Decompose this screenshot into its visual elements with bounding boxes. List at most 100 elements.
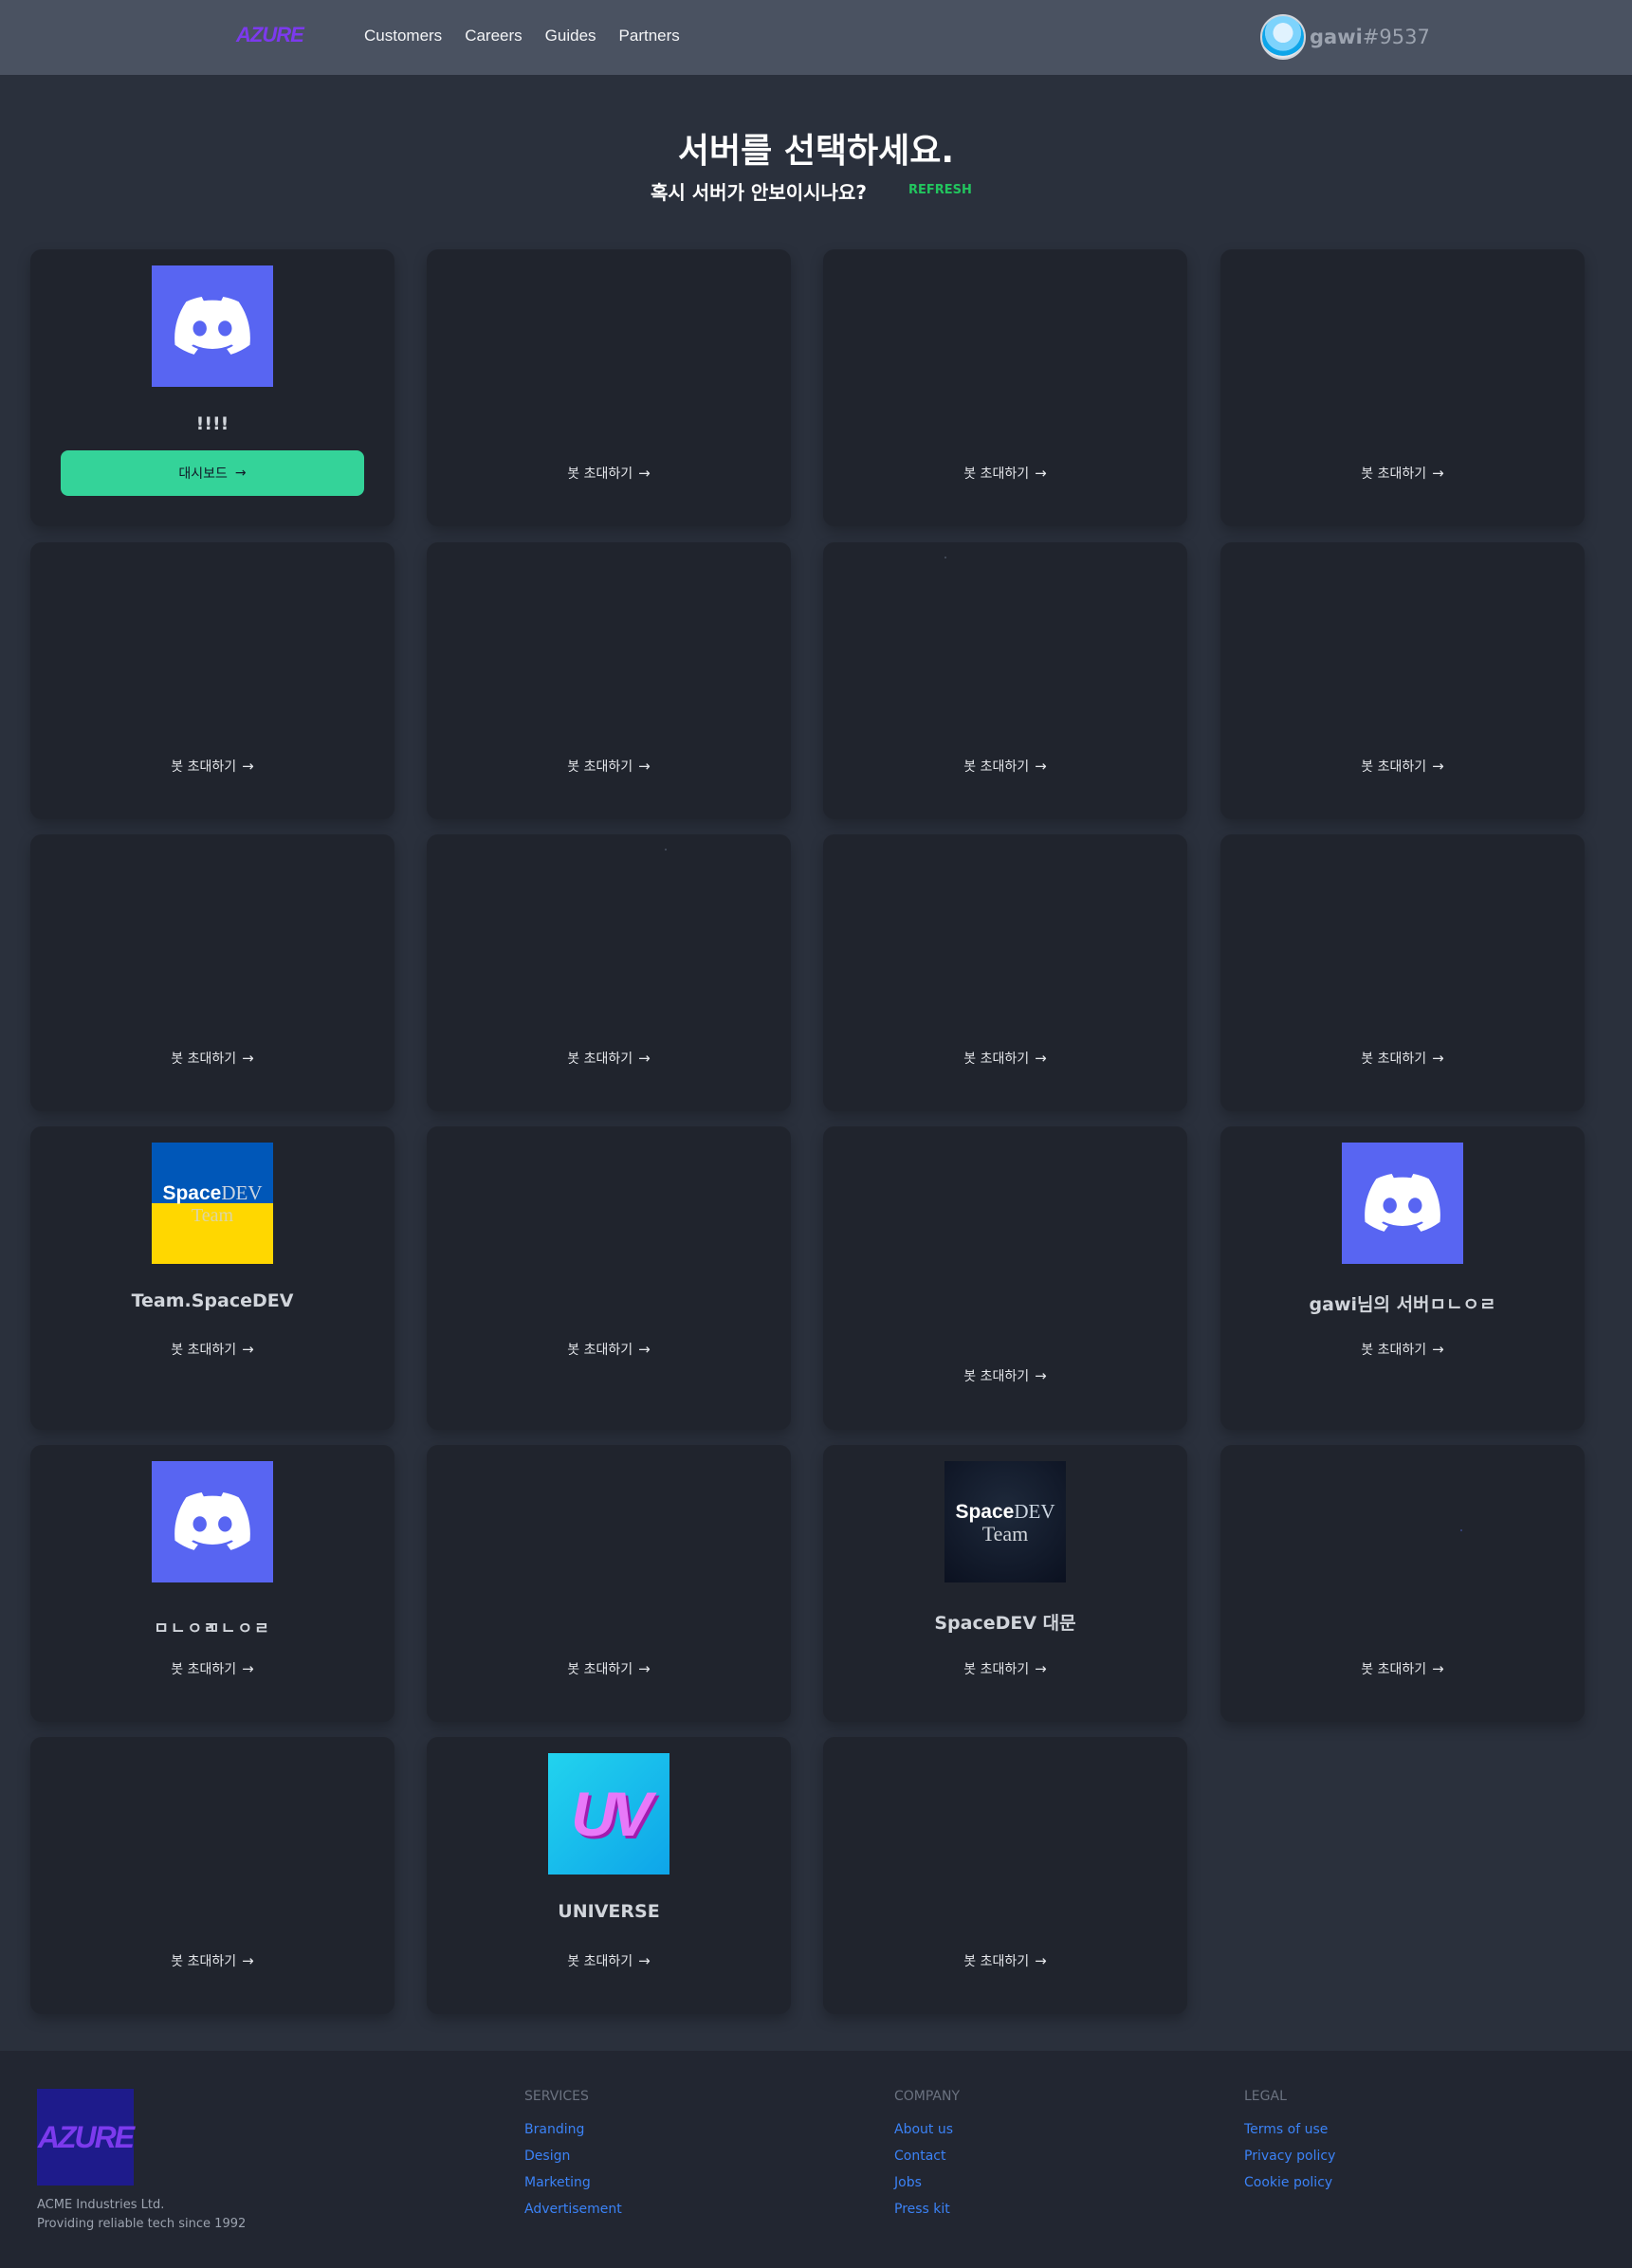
avatar[interactable]: [1260, 14, 1306, 60]
invite-bot-link[interactable]: 봇 초대하기 →: [1220, 1340, 1585, 1359]
server-card: 봇 초대하기 →: [823, 542, 1187, 819]
invite-label: 봇 초대하기: [171, 1052, 237, 1067]
footer-link-marketing[interactable]: Marketing: [524, 2169, 622, 2196]
invite-bot-link[interactable]: 봇 초대하기 →: [427, 757, 791, 776]
invite-bot-link[interactable]: 봇 초대하기 →: [427, 1659, 791, 1678]
invite-bot-link[interactable]: 봇 초대하기 →: [1220, 1659, 1585, 1678]
spacedev-icon-text: SpaceDEV: [955, 1500, 1054, 1524]
invite-bot-link[interactable]: 봇 초대하기 →: [427, 1049, 791, 1068]
discord-icon: [152, 265, 273, 387]
company-tagline: Providing reliable tech since 1992: [37, 2217, 247, 2231]
invite-bot-link[interactable]: 봇 초대하기 →: [823, 1951, 1187, 1970]
invite-bot-link[interactable]: 봇 초대하기 →: [30, 1049, 394, 1068]
server-card: 봇 초대하기 →: [823, 1126, 1187, 1430]
invite-label: 봇 초대하기: [963, 759, 1030, 775]
dashboard-button[interactable]: 대시보드 →: [61, 450, 364, 496]
invite-label: 봇 초대하기: [963, 1052, 1030, 1067]
page-subtitle: 혹시 서버가 안보이시나요?: [651, 181, 867, 204]
arrow-right-icon: →: [1035, 465, 1047, 482]
broken-icon-dot: [665, 849, 667, 850]
spacedev-server-icon: SpaceDEV Team: [152, 1143, 273, 1264]
arrow-right-icon: →: [638, 1660, 651, 1677]
invite-label: 봇 초대하기: [1361, 1662, 1427, 1677]
nav-link-partners[interactable]: Partners: [619, 27, 680, 46]
invite-bot-link[interactable]: 봇 초대하기 →: [427, 464, 791, 483]
footer-link-terms[interactable]: Terms of use: [1244, 2116, 1335, 2143]
server-card: 봇 초대하기 →: [427, 834, 791, 1111]
footer-link-design[interactable]: Design: [524, 2143, 622, 2169]
arrow-right-icon: →: [1432, 1341, 1444, 1358]
discord-icon: [1342, 1143, 1463, 1264]
server-name: gawi님의 서버ㅁㄴㅇㄹ: [1309, 1294, 1496, 1315]
footer-logo: AZURE: [37, 2089, 135, 2186]
invite-bot-link[interactable]: 봇 초대하기 →: [823, 464, 1187, 483]
footer-heading: LEGAL: [1244, 2089, 1287, 2104]
server-name: ㅁㄴㅇㄻㄴㅇㄹ: [154, 1619, 271, 1638]
footer-link-branding[interactable]: Branding: [524, 2116, 622, 2143]
arrow-right-icon: →: [1035, 758, 1047, 775]
invite-bot-link[interactable]: 봇 초대하기 →: [823, 1659, 1187, 1678]
arrow-right-icon: →: [638, 1050, 651, 1067]
invite-label: 봇 초대하기: [1361, 466, 1427, 482]
arrow-right-icon: →: [242, 1341, 254, 1358]
server-card: 봇 초대하기 →: [427, 249, 791, 526]
azure-logo[interactable]: AZURE: [236, 23, 304, 47]
server-card: 봇 초대하기 →: [1220, 834, 1585, 1111]
invite-bot-link[interactable]: 봇 초대하기 →: [427, 1340, 791, 1359]
broken-icon-dot: [944, 557, 946, 558]
spacedev-icon-word: DEV: [1014, 1499, 1055, 1523]
footer-link-privacy[interactable]: Privacy policy: [1244, 2143, 1335, 2169]
invite-label: 봇 초대하기: [567, 1662, 633, 1677]
invite-bot-link[interactable]: 봇 초대하기 →: [30, 1951, 394, 1970]
invite-bot-link[interactable]: 봇 초대하기 →: [823, 1366, 1187, 1385]
arrow-right-icon: →: [1432, 758, 1444, 775]
server-card: SpaceDEV Team SpaceDEV 대문 봇 초대하기 →: [823, 1445, 1187, 1722]
invite-label: 봇 초대하기: [171, 1662, 237, 1677]
universe-server-icon: UV: [548, 1753, 669, 1875]
spacedev-server-icon: SpaceDEV Team: [944, 1461, 1066, 1582]
arrow-right-icon: →: [638, 758, 651, 775]
server-card: 봇 초대하기 →: [30, 542, 394, 819]
invite-bot-link[interactable]: 봇 초대하기 →: [1220, 464, 1585, 483]
footer-link-press-kit[interactable]: Press kit: [894, 2196, 960, 2222]
invite-bot-link[interactable]: 봇 초대하기 →: [30, 757, 394, 776]
server-card: SpaceDEV Team Team.SpaceDEV 봇 초대하기 →: [30, 1126, 394, 1430]
server-card: gawi님의 서버ㅁㄴㅇㄹ 봇 초대하기 →: [1220, 1126, 1585, 1430]
refresh-link[interactable]: REFRESH: [908, 183, 972, 197]
invite-bot-link[interactable]: 봇 초대하기 →: [1220, 1049, 1585, 1068]
nav-link-careers[interactable]: Careers: [465, 27, 522, 46]
arrow-right-icon: →: [1035, 1660, 1047, 1677]
spacedev-icon-word: Space: [162, 1181, 222, 1204]
username: gawi: [1310, 26, 1363, 48]
footer-link-contact[interactable]: Contact: [894, 2143, 960, 2169]
footer-link-about[interactable]: About us: [894, 2116, 960, 2143]
broken-icon-dot: [1460, 1529, 1462, 1531]
server-card: 봇 초대하기 →: [823, 1737, 1187, 2014]
arrow-right-icon: →: [638, 1341, 651, 1358]
user-menu[interactable]: gawi#9537: [1260, 14, 1430, 60]
server-card: 봇 초대하기 →: [30, 834, 394, 1111]
nav-link-guides[interactable]: Guides: [545, 27, 596, 46]
invite-bot-link[interactable]: 봇 초대하기 →: [823, 757, 1187, 776]
invite-label: 봇 초대하기: [1361, 1343, 1427, 1358]
invite-bot-link[interactable]: 봇 초대하기 →: [427, 1951, 791, 1970]
arrow-right-icon: →: [1035, 1050, 1047, 1067]
server-card: UV UNIVERSE 봇 초대하기 →: [427, 1737, 791, 2014]
invite-bot-link[interactable]: 봇 초대하기 →: [1220, 757, 1585, 776]
footer-link-jobs[interactable]: Jobs: [894, 2169, 960, 2196]
spacedev-icon-text: SpaceDEV: [162, 1181, 262, 1205]
invite-label: 봇 초대하기: [567, 1052, 633, 1067]
footer-link-cookie[interactable]: Cookie policy: [1244, 2169, 1335, 2196]
invite-label: 봇 초대하기: [567, 759, 633, 775]
invite-bot-link[interactable]: 봇 초대하기 →: [30, 1340, 394, 1359]
footer-link-advertisement[interactable]: Advertisement: [524, 2196, 622, 2222]
invite-bot-link[interactable]: 봇 초대하기 →: [30, 1659, 394, 1678]
server-card: ㅁㄴㅇㄻㄴㅇㄹ 봇 초대하기 →: [30, 1445, 394, 1722]
invite-label: 봇 초대하기: [171, 759, 237, 775]
invite-bot-link[interactable]: 봇 초대하기 →: [823, 1049, 1187, 1068]
server-card: 봇 초대하기 →: [427, 542, 791, 819]
server-card: 봇 초대하기 →: [427, 1126, 791, 1430]
nav-link-customers[interactable]: Customers: [364, 27, 442, 46]
spacedev-icon-word: Space: [955, 1500, 1015, 1523]
invite-label: 봇 초대하기: [171, 1343, 237, 1358]
